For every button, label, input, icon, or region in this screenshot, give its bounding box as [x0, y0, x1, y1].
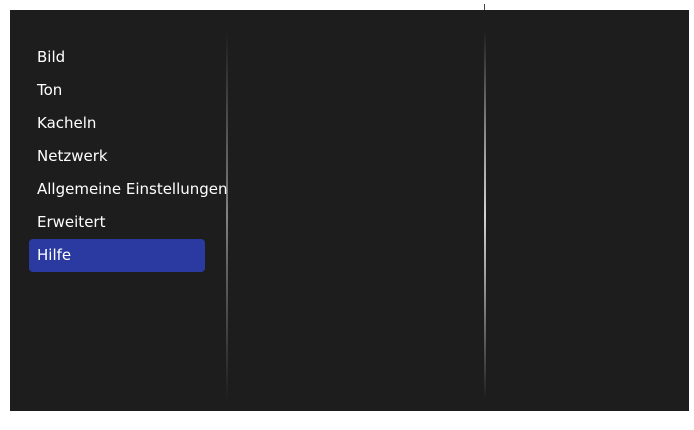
tv-settings-screen: Bild Ton Kacheln Netzwerk Allgemeine Ein…	[10, 10, 689, 411]
column-divider-left	[226, 30, 228, 400]
menu-item-hilfe[interactable]: Hilfe	[29, 239, 205, 272]
menu-item-ton[interactable]: Ton	[29, 74, 229, 107]
menu-item-allgemeine-einstellungen[interactable]: Allgemeine Einstellungen	[29, 173, 229, 206]
settings-menu: Bild Ton Kacheln Netzwerk Allgemeine Ein…	[29, 41, 229, 272]
menu-item-bild[interactable]: Bild	[29, 41, 229, 74]
menu-item-kacheln[interactable]: Kacheln	[29, 107, 229, 140]
column-divider-right	[484, 30, 486, 400]
menu-item-netzwerk[interactable]: Netzwerk	[29, 140, 229, 173]
menu-item-erweitert[interactable]: Erweitert	[29, 206, 229, 239]
